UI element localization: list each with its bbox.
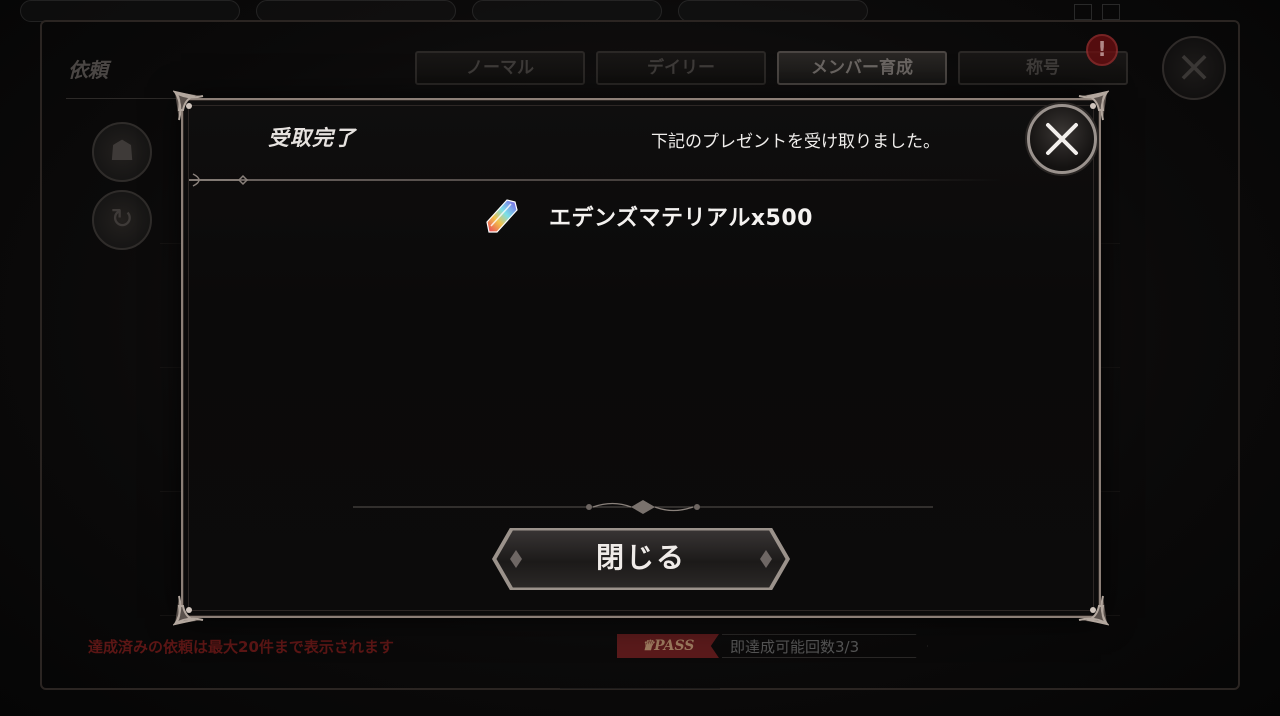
dialog-title: 受取完了 [268, 125, 356, 150]
close-button[interactable]: 閉じる [492, 528, 790, 590]
divider-ornament [189, 173, 249, 187]
ornament-divider [353, 500, 933, 514]
dialog-close-button[interactable] [1027, 104, 1097, 174]
corner-ornament [1078, 595, 1109, 626]
reward-dialog: 受取完了 下記のプレゼントを受け取りました。 エデンズマテリアルx500 閉じる [173, 90, 1109, 626]
close-icon [1046, 123, 1078, 155]
title-divider [189, 179, 1001, 181]
close-button-label: 閉じる [595, 541, 686, 574]
corner-ornament [173, 90, 204, 121]
corner-ornament [173, 595, 204, 626]
crystal-icon [486, 199, 518, 233]
dialog-message: 下記のプレゼントを受け取りました。 [651, 132, 940, 152]
reward-label: エデンズマテリアルx500 [549, 206, 813, 231]
reward-item: エデンズマテリアルx500 [483, 194, 813, 238]
